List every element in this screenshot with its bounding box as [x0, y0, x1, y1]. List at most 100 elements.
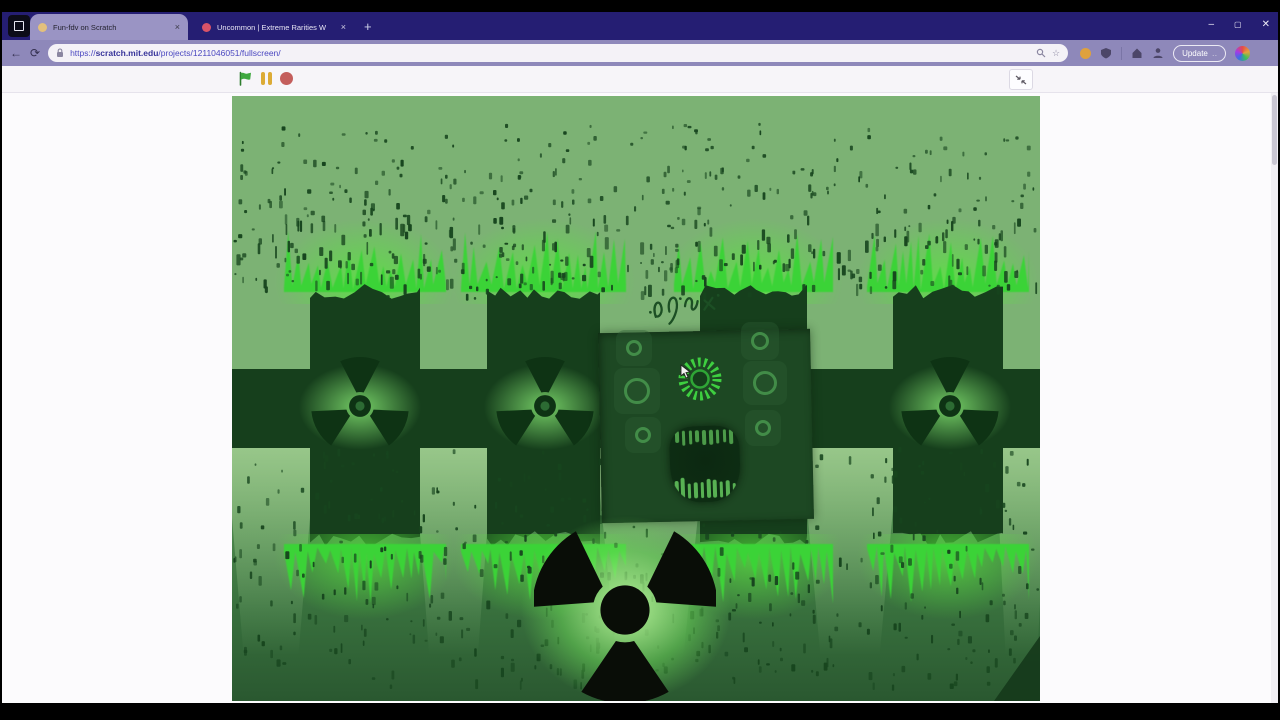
speckle — [1008, 518, 1012, 526]
speckle — [400, 223, 405, 237]
scribble-dot — [678, 297, 682, 301]
panel-ring[interactable] — [626, 340, 642, 356]
speckle — [249, 571, 253, 579]
scrollbar-thumb[interactable] — [1272, 95, 1277, 165]
panel-ring[interactable] — [624, 378, 650, 404]
speckle — [892, 280, 897, 290]
speckle — [681, 218, 686, 226]
address-bar[interactable]: https://scratch.mit.edu/projects/1211046… — [48, 44, 1069, 62]
speckle — [785, 264, 790, 272]
scratch-fullscreen-page — [2, 93, 1278, 703]
speckle — [875, 575, 879, 585]
speckle — [992, 225, 996, 230]
speckle — [406, 214, 411, 226]
speckle — [335, 166, 340, 170]
tab-title: Uncommon | Extreme Rarities W — [217, 22, 327, 32]
speckle — [833, 165, 836, 173]
speckle — [643, 131, 648, 134]
speckle — [772, 622, 774, 627]
speckle — [329, 479, 333, 483]
green-flag-icon[interactable] — [238, 71, 253, 86]
panel-ring[interactable] — [635, 427, 651, 443]
speckle — [571, 189, 575, 194]
stop-icon[interactable] — [280, 72, 293, 85]
panel-ring[interactable] — [753, 371, 777, 395]
speckle — [404, 231, 409, 240]
home-icon[interactable] — [1131, 47, 1143, 59]
shape — [703, 296, 716, 311]
speckle — [521, 244, 524, 251]
scrollbar[interactable] — [1271, 93, 1278, 703]
panel-ring[interactable] — [751, 332, 769, 350]
tab-scratch-project[interactable]: Fun-fdv on Scratch × — [30, 14, 188, 40]
speckle — [714, 174, 718, 180]
chrome-profile-avatar[interactable] — [1235, 45, 1251, 61]
speckle — [347, 272, 349, 285]
bookmark-star-icon[interactable]: ☆ — [1052, 48, 1060, 59]
cage-tooth — [674, 430, 679, 444]
tab-uncommon-rarities[interactable]: Uncommon | Extreme Rarities W × — [194, 14, 354, 40]
speckle — [439, 636, 444, 644]
speckle — [424, 639, 428, 642]
speckle — [663, 171, 667, 178]
speckle — [904, 226, 907, 232]
speckle — [589, 255, 594, 268]
tab-favicon — [202, 22, 211, 32]
radiation-trefoil-large — [534, 531, 716, 701]
speckle — [1014, 604, 1016, 610]
update-button[interactable]: Update ‥ — [1173, 44, 1227, 62]
speckle — [982, 265, 986, 277]
speckle — [548, 143, 552, 148]
search-icon[interactable] — [1036, 48, 1046, 58]
fullscreen-exit-button[interactable] — [1009, 69, 1033, 90]
speckle — [894, 229, 897, 238]
speckle — [499, 216, 504, 225]
speckle — [523, 282, 527, 286]
speckle — [710, 145, 714, 150]
speckle — [1004, 509, 1008, 512]
window-icon[interactable] — [8, 15, 30, 37]
tab-close-icon[interactable]: × — [175, 22, 180, 32]
speckle — [271, 168, 274, 175]
speckle — [800, 168, 805, 171]
speckle — [661, 188, 665, 194]
speckle — [973, 238, 976, 241]
shield-icon[interactable] — [1100, 47, 1112, 59]
panel-ring[interactable] — [755, 420, 771, 436]
speckle — [790, 592, 794, 595]
pause-icon[interactable] — [261, 72, 272, 85]
speckle — [452, 217, 455, 221]
speckle — [909, 162, 912, 171]
speckle — [758, 122, 761, 126]
speckle — [485, 278, 488, 282]
speckle — [815, 671, 819, 677]
speckle — [563, 131, 567, 135]
speckle — [293, 613, 296, 624]
speckle — [353, 553, 357, 563]
scratch-stage[interactable] — [232, 96, 1040, 701]
scribble-dot — [649, 310, 652, 314]
speckle — [244, 646, 247, 656]
speckle — [505, 123, 509, 128]
speckle — [312, 561, 315, 568]
reload-icon[interactable]: ⟳ — [30, 47, 40, 59]
speckle — [704, 172, 707, 179]
speckle — [774, 259, 777, 263]
speckle — [572, 199, 575, 205]
extensions-cluster: Update ‥ — [1080, 44, 1251, 62]
minimize-icon[interactable]: – — [1208, 20, 1214, 30]
speckle — [482, 244, 486, 248]
new-tab-button[interactable]: + — [364, 19, 372, 34]
extension-icon[interactable] — [1080, 47, 1092, 59]
profile-icon[interactable] — [1152, 47, 1164, 59]
speckle — [957, 272, 962, 276]
maximize-icon[interactable]: ▢ — [1234, 20, 1242, 30]
speckle — [747, 189, 751, 197]
speckle — [442, 195, 446, 203]
tab-close-icon[interactable]: × — [341, 22, 346, 32]
speckle — [939, 136, 943, 141]
speckle — [759, 264, 762, 270]
close-icon[interactable]: ✕ — [1262, 20, 1270, 30]
back-icon[interactable]: ← — [10, 47, 22, 59]
speckle — [664, 270, 668, 282]
